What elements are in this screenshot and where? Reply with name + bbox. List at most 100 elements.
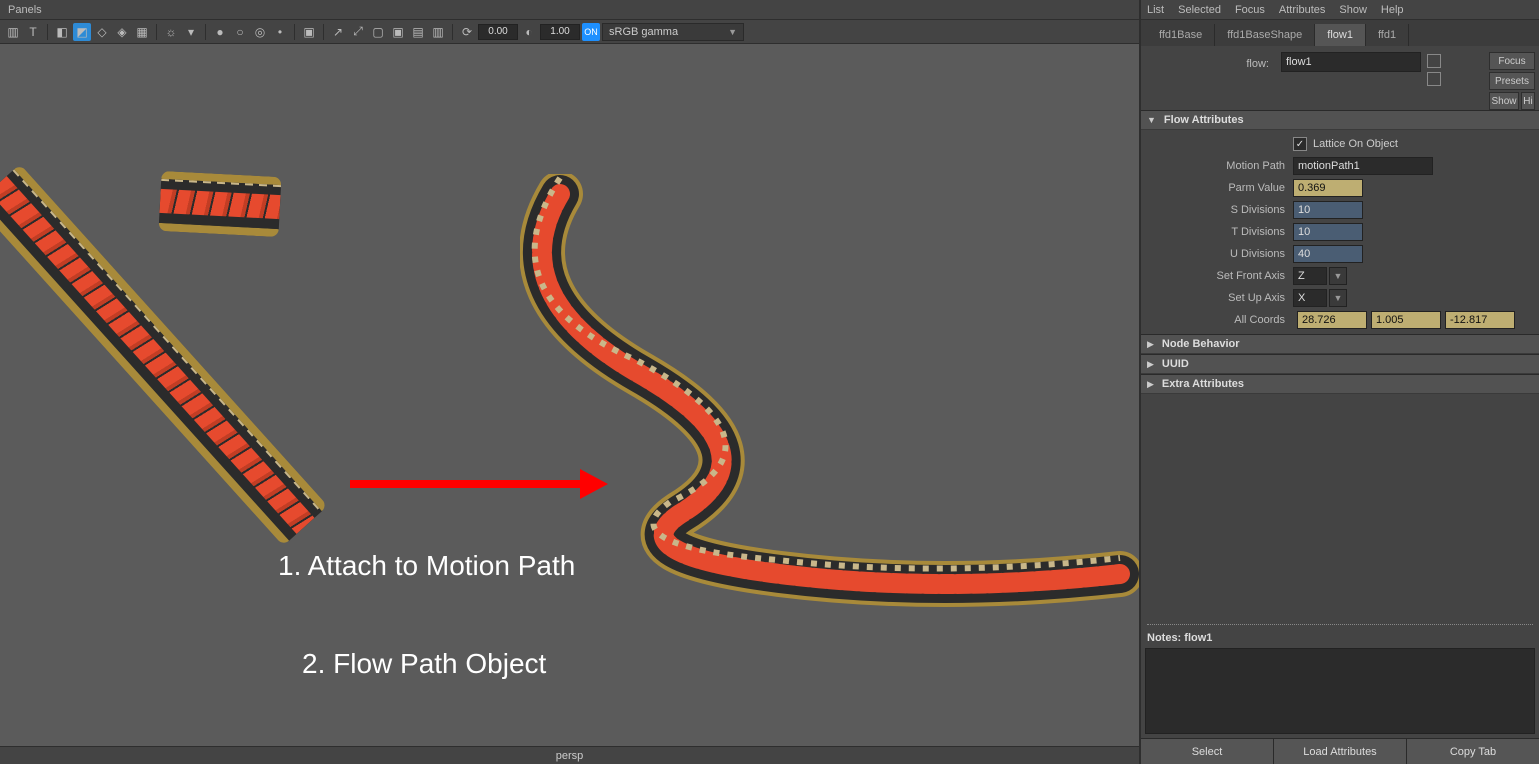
- u-div-label: U Divisions: [1147, 248, 1293, 260]
- section-node-behavior[interactable]: ▶ Node Behavior: [1141, 334, 1539, 354]
- viewport-toolbar: ▥ T ◧ ◩ ◇ ◈ ▦ ☼ ▾ ● ○ ◎ • ▣ ↗ ⤢ ▢ ▣ ▤ ▥: [0, 20, 1139, 44]
- lattice-checkbox[interactable]: ✓: [1293, 137, 1307, 151]
- bottom-buttons: Select Load Attributes Copy Tab: [1141, 738, 1539, 764]
- light-icon[interactable]: ☼: [162, 23, 180, 41]
- all-coords-label: All Coords: [1147, 314, 1293, 326]
- tab-ffd1base[interactable]: ffd1Base: [1147, 24, 1215, 46]
- front-axis-field[interactable]: Z: [1293, 267, 1327, 285]
- box1-icon[interactable]: ▢: [369, 23, 387, 41]
- coord-z-field[interactable]: -12.817: [1445, 311, 1515, 329]
- show-button[interactable]: Show: [1489, 92, 1519, 110]
- tab-ffd1baseshape[interactable]: ffd1BaseShape: [1215, 24, 1315, 46]
- node-name-field[interactable]: flow1: [1281, 52, 1421, 72]
- viewport-panel: Panels ▥ T ◧ ◩ ◇ ◈ ▦ ☼ ▾ ● ○ ◎ • ▣ ↗ ⤢ ▢…: [0, 0, 1141, 764]
- toolbar-separator: [452, 24, 453, 40]
- lattice-label: Lattice On Object: [1313, 138, 1398, 150]
- color-space-label: sRGB gamma: [609, 26, 678, 38]
- up-axis-label: Set Up Axis: [1147, 292, 1293, 304]
- triangle-right-icon: ▶: [1147, 339, 1154, 350]
- notes-textarea[interactable]: [1145, 648, 1535, 734]
- u-div-field[interactable]: 40: [1293, 245, 1363, 263]
- coord-y-field[interactable]: 1.005: [1371, 311, 1441, 329]
- gamma-icon[interactable]: ◐: [520, 23, 538, 41]
- braid-small: [159, 171, 282, 237]
- chevron-down-icon[interactable]: ▼: [1329, 289, 1347, 307]
- motion-path-field[interactable]: motionPath1: [1293, 157, 1433, 175]
- presets-button[interactable]: Presets: [1489, 72, 1535, 90]
- hide-button[interactable]: Hi: [1521, 92, 1535, 110]
- menu-help[interactable]: Help: [1381, 4, 1404, 16]
- attr-menubar: List Selected Focus Attributes Show Help: [1141, 0, 1539, 20]
- section-extra-attributes[interactable]: ▶ Extra Attributes: [1141, 374, 1539, 394]
- circle-icon[interactable]: ○: [231, 23, 249, 41]
- section-uuid[interactable]: ▶ UUID: [1141, 354, 1539, 374]
- coord-x-field[interactable]: 28.726: [1297, 311, 1367, 329]
- ring-icon[interactable]: ◎: [251, 23, 269, 41]
- text-icon[interactable]: T: [24, 23, 42, 41]
- expand-icon[interactable]: ⤢: [349, 23, 367, 41]
- toolbar-separator: [47, 24, 48, 40]
- tab-flow1[interactable]: flow1: [1315, 24, 1366, 46]
- refresh-icon[interactable]: ⟳: [458, 23, 476, 41]
- s-div-field[interactable]: 10: [1293, 201, 1363, 219]
- section-title: Flow Attributes: [1164, 114, 1244, 126]
- chevron-down-icon[interactable]: ▾: [182, 23, 200, 41]
- notes-label: Notes: flow1: [1141, 630, 1539, 646]
- pin-icon[interactable]: [1427, 54, 1441, 68]
- annotation-arrow: [350, 464, 610, 504]
- attribute-editor: List Selected Focus Attributes Show Help…: [1141, 0, 1539, 764]
- sphere-icon[interactable]: ●: [211, 23, 229, 41]
- out-icon[interactable]: [1427, 72, 1441, 86]
- focus-button[interactable]: Focus: [1489, 52, 1535, 70]
- menu-list[interactable]: List: [1147, 4, 1164, 16]
- t-div-label: T Divisions: [1147, 226, 1293, 238]
- color-space-dropdown[interactable]: sRGB gamma ▼: [602, 23, 744, 41]
- toolbar-separator: [156, 24, 157, 40]
- dot-icon[interactable]: •: [271, 23, 289, 41]
- section-flow-attributes[interactable]: ▼ Flow Attributes: [1141, 110, 1539, 130]
- section-title: UUID: [1162, 358, 1189, 370]
- viewport-camera-label: persp: [0, 746, 1139, 764]
- chevron-down-icon[interactable]: ▼: [1329, 267, 1347, 285]
- notes-area: Notes: flow1 Select Load Attributes Copy…: [1141, 624, 1539, 764]
- annotation-line-2: 2. Flow Path Object: [302, 648, 546, 680]
- toolbar-separator: [294, 24, 295, 40]
- node-tabs: ffd1Base ffd1BaseShape flow1 ffd1: [1141, 20, 1539, 46]
- arrow-icon[interactable]: ↗: [329, 23, 347, 41]
- menu-focus[interactable]: Focus: [1235, 4, 1265, 16]
- copy-tab-button[interactable]: Copy Tab: [1407, 739, 1539, 764]
- exposure-value[interactable]: 0.00: [478, 24, 518, 40]
- header-icons: [1427, 52, 1441, 86]
- front-axis-label: Set Front Axis: [1147, 270, 1293, 282]
- menu-show[interactable]: Show: [1339, 4, 1367, 16]
- menu-selected[interactable]: Selected: [1178, 4, 1221, 16]
- toolbar-separator: [205, 24, 206, 40]
- chevron-down-icon: ▼: [728, 27, 737, 37]
- parm-value-field[interactable]: 0.369: [1293, 179, 1363, 197]
- toolbar-separator: [323, 24, 324, 40]
- viewport-canvas[interactable]: 1. Attach to Motion Path 2. Flow Path Ob…: [0, 44, 1139, 746]
- menu-attributes[interactable]: Attributes: [1279, 4, 1325, 16]
- select-camera-icon[interactable]: ▥: [4, 23, 22, 41]
- section-title: Extra Attributes: [1162, 378, 1244, 390]
- wireframe-icon[interactable]: ◇: [93, 23, 111, 41]
- textured-icon[interactable]: ◈: [113, 23, 131, 41]
- isolate-icon[interactable]: ▣: [300, 23, 318, 41]
- box4-icon[interactable]: ▥: [429, 23, 447, 41]
- grid-icon[interactable]: ▦: [133, 23, 151, 41]
- tab-ffd1[interactable]: ffd1: [1366, 24, 1409, 46]
- cube-solid-icon[interactable]: ◧: [53, 23, 71, 41]
- box3-icon[interactable]: ▤: [409, 23, 427, 41]
- cm-on-icon[interactable]: ON: [582, 23, 600, 41]
- up-axis-field[interactable]: X: [1293, 289, 1327, 307]
- panels-menu[interactable]: Panels: [8, 4, 42, 16]
- node-header: flow: flow1 Focus Presets Show Hi: [1141, 46, 1539, 110]
- box2-icon[interactable]: ▣: [389, 23, 407, 41]
- t-div-field[interactable]: 10: [1293, 223, 1363, 241]
- viewport-menubar: Panels: [0, 0, 1139, 20]
- gamma-value[interactable]: 1.00: [540, 24, 580, 40]
- select-button[interactable]: Select: [1141, 739, 1274, 764]
- cube-shaded-icon[interactable]: ◩: [73, 23, 91, 41]
- section-title: Node Behavior: [1162, 338, 1240, 350]
- load-attributes-button[interactable]: Load Attributes: [1274, 739, 1407, 764]
